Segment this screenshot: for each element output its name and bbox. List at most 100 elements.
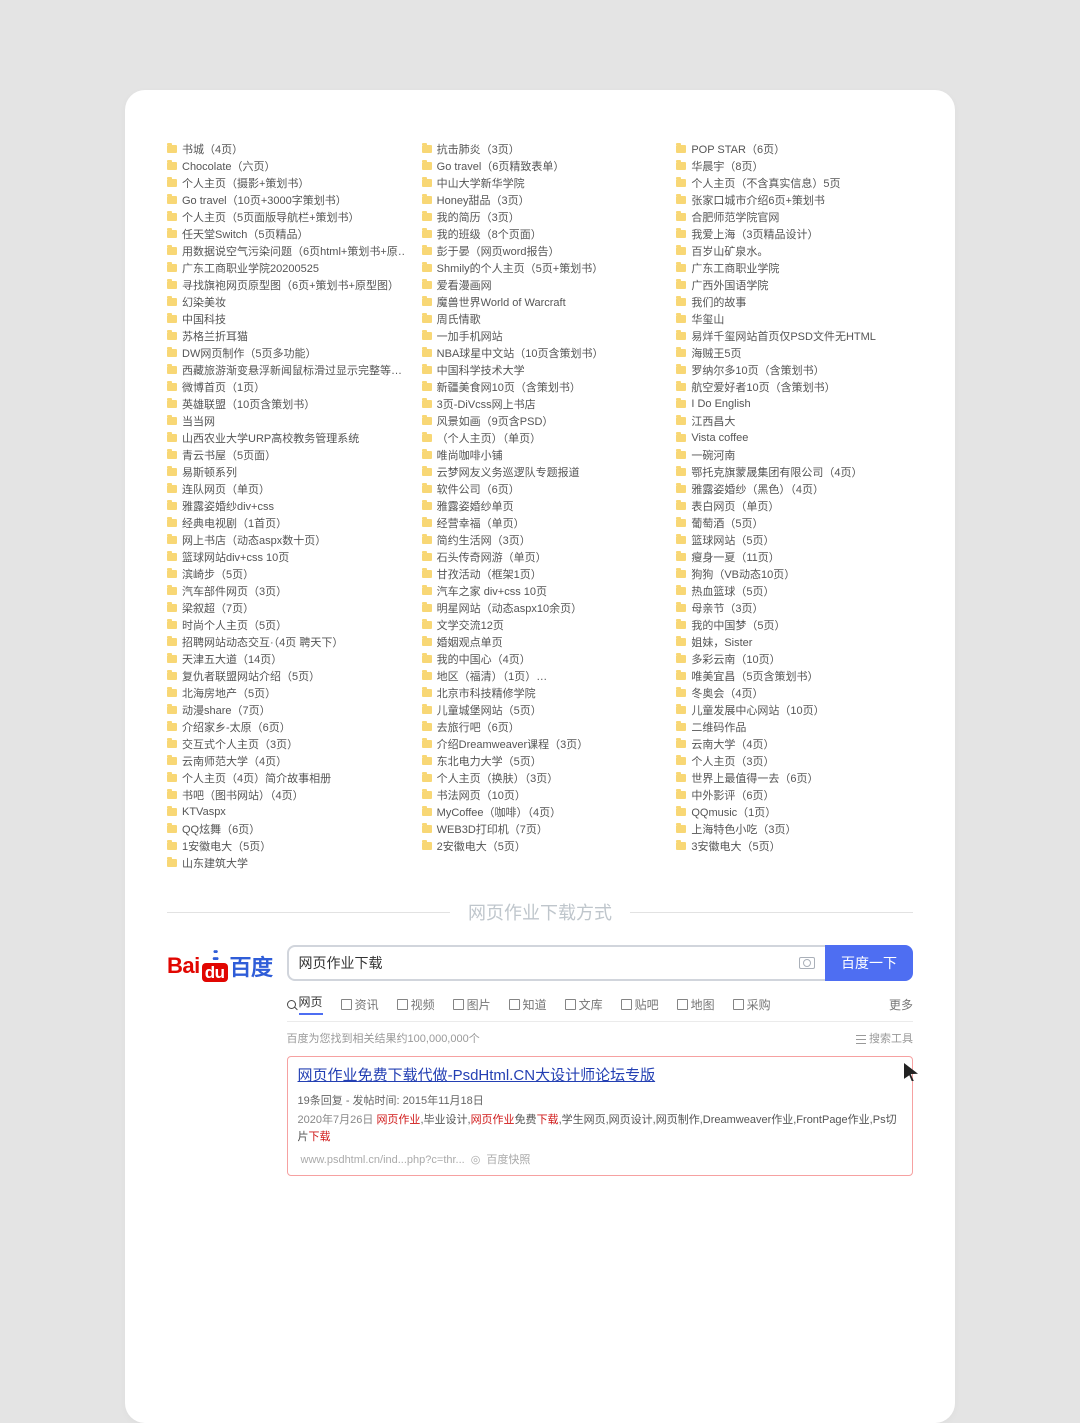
- folder-item[interactable]: 西藏旅游渐变悬浮新闻鼠标滑过显示完整等…: [167, 361, 404, 378]
- folder-item[interactable]: QQmusic（1页）: [676, 803, 913, 820]
- folder-item[interactable]: 抗击肺炎（3页）: [422, 140, 659, 157]
- folder-item[interactable]: 冬奥会（4页）: [676, 684, 913, 701]
- folder-item[interactable]: 我的中国梦（5页）: [676, 616, 913, 633]
- folder-item[interactable]: 华玺山: [676, 310, 913, 327]
- folder-item[interactable]: 周氏情歌: [422, 310, 659, 327]
- folder-item[interactable]: 用数据说空气污染问题（6页html+策划书+原…: [167, 242, 404, 259]
- folder-item[interactable]: 经营幸福（单页）: [422, 514, 659, 531]
- folder-item[interactable]: 英雄联盟（10页含策划书）: [167, 395, 404, 412]
- folder-item[interactable]: 个人主页（4页）简介故事相册: [167, 769, 404, 786]
- result-title[interactable]: 网页作业免费下载代做-PsdHtml.CN大设计师论坛专版: [298, 1065, 902, 1088]
- folder-item[interactable]: 交互式个人主页（3页）: [167, 735, 404, 752]
- folder-item[interactable]: 唯尚咖啡小铺: [422, 446, 659, 463]
- folder-item[interactable]: 动漫share（7页）: [167, 701, 404, 718]
- result-url[interactable]: www.psdhtml.cn/ind...php?c=thr...: [301, 1154, 465, 1166]
- folder-item[interactable]: 云梦网友义务巡逻队专题报道: [422, 463, 659, 480]
- folder-item[interactable]: 汽车部件网页（3页）: [167, 582, 404, 599]
- folder-item[interactable]: Vista coffee: [676, 429, 913, 446]
- folder-item[interactable]: 婚姻观点单页: [422, 633, 659, 650]
- folder-item[interactable]: Honey甜品（3页）: [422, 191, 659, 208]
- folder-item[interactable]: 广西外国语学院: [676, 276, 913, 293]
- folder-item[interactable]: 网上书店（动态aspx数十页）: [167, 531, 404, 548]
- folder-item[interactable]: 3安徽电大（5页）: [676, 837, 913, 854]
- folder-item[interactable]: WEB3D打印机（7页）: [422, 820, 659, 837]
- folder-item[interactable]: 一加手机网站: [422, 327, 659, 344]
- folder-item[interactable]: 个人主页（3页）: [676, 752, 913, 769]
- folder-item[interactable]: 罗纳尔多10页（含策划书）: [676, 361, 913, 378]
- folder-item[interactable]: 地区（福清）（1页）…: [422, 667, 659, 684]
- folder-item[interactable]: 经典电视剧（1首页）: [167, 514, 404, 531]
- folder-item[interactable]: 山西农业大学URP高校教务管理系统: [167, 429, 404, 446]
- folder-item[interactable]: 雅露姿婚纱div+css: [167, 497, 404, 514]
- folder-item[interactable]: 个人主页（换肤）（3页）: [422, 769, 659, 786]
- folder-item[interactable]: 简约生活网（3页）: [422, 531, 659, 548]
- folder-item[interactable]: 广东工商职业学院20200525: [167, 259, 404, 276]
- folder-item[interactable]: NBA球星中文站（10页含策划书）: [422, 344, 659, 361]
- folder-item[interactable]: 青云书屋（5页面）: [167, 446, 404, 463]
- folder-item[interactable]: 东北电力大学（5页）: [422, 752, 659, 769]
- folder-item[interactable]: 石头传奇网游（单页）: [422, 548, 659, 565]
- folder-item[interactable]: 爱看漫画网: [422, 276, 659, 293]
- tab-知道[interactable]: 知道: [509, 996, 547, 1013]
- folder-item[interactable]: QQ炫舞（6页）: [167, 820, 404, 837]
- folder-item[interactable]: 文学交流12页: [422, 616, 659, 633]
- folder-item[interactable]: Go travel（6页精致表单）: [422, 157, 659, 174]
- folder-item[interactable]: 北海房地产（5页）: [167, 684, 404, 701]
- folder-item[interactable]: 广东工商职业学院: [676, 259, 913, 276]
- folder-item[interactable]: 瘦身一夏（11页）: [676, 548, 913, 565]
- folder-item[interactable]: 介绍家乡-太原（6页）: [167, 718, 404, 735]
- folder-item[interactable]: （个人主页）（单页）: [422, 429, 659, 446]
- folder-item[interactable]: 个人主页（5页面版导航栏+策划书）: [167, 208, 404, 225]
- folder-item[interactable]: 姐妹，Sister: [676, 633, 913, 650]
- folder-item[interactable]: 我爱上海（3页精品设计）: [676, 225, 913, 242]
- folder-item[interactable]: 微博首页（1页）: [167, 378, 404, 395]
- folder-item[interactable]: 3页-DiVcss网上书店: [422, 395, 659, 412]
- search-button[interactable]: 百度一下: [825, 945, 913, 981]
- folder-item[interactable]: 儿童发展中心网站（10页）: [676, 701, 913, 718]
- tab-贴吧[interactable]: 贴吧: [621, 996, 659, 1013]
- folder-item[interactable]: 中山大学新华学院: [422, 174, 659, 191]
- folder-item[interactable]: 书吧（图书网站）（4页）: [167, 786, 404, 803]
- folder-item[interactable]: 软件公司（6页）: [422, 480, 659, 497]
- folder-item[interactable]: 热血篮球（5页）: [676, 582, 913, 599]
- folder-item[interactable]: 去旅行吧（6页）: [422, 718, 659, 735]
- folder-item[interactable]: 幻染美妆: [167, 293, 404, 310]
- folder-item[interactable]: 二维码作品: [676, 718, 913, 735]
- folder-item[interactable]: 中国科技: [167, 310, 404, 327]
- folder-item[interactable]: Chocolate（六页）: [167, 157, 404, 174]
- tab-地图[interactable]: 地图: [677, 996, 715, 1013]
- tab-视频[interactable]: 视频: [397, 996, 435, 1013]
- tab-more[interactable]: 更多: [889, 996, 913, 1013]
- folder-item[interactable]: 我的班级（8个页面）: [422, 225, 659, 242]
- folder-item[interactable]: 中国科学技术大学: [422, 361, 659, 378]
- folder-item[interactable]: 时尚个人主页（5页）: [167, 616, 404, 633]
- folder-item[interactable]: 篮球网站（5页）: [676, 531, 913, 548]
- folder-item[interactable]: 张家口城市介绍6页+策划书: [676, 191, 913, 208]
- folder-item[interactable]: 招聘网站动态交互·（4页 聘天下）: [167, 633, 404, 650]
- folder-item[interactable]: 狗狗（VB动态10页）: [676, 565, 913, 582]
- folder-item[interactable]: 任天堂Switch（5页精品）: [167, 225, 404, 242]
- folder-item[interactable]: 风景如画（9页含PSD）: [422, 412, 659, 429]
- folder-item[interactable]: 个人主页（摄影+策划书）: [167, 174, 404, 191]
- tab-采购[interactable]: 采购: [733, 996, 771, 1013]
- folder-item[interactable]: Shmily的个人主页（5页+策划书）: [422, 259, 659, 276]
- folder-item[interactable]: 世界上最值得一去（6页）: [676, 769, 913, 786]
- folder-item[interactable]: 当当网: [167, 412, 404, 429]
- folder-item[interactable]: 个人主页（不含真实信息）5页: [676, 174, 913, 191]
- folder-item[interactable]: 葡萄酒（5页）: [676, 514, 913, 531]
- folder-item[interactable]: 鄂托克旗蒙晟集团有限公司（4页）: [676, 463, 913, 480]
- folder-item[interactable]: 表白网页（单页）: [676, 497, 913, 514]
- folder-item[interactable]: 儿童城堡网站（5页）: [422, 701, 659, 718]
- tab-文库[interactable]: 文库: [565, 996, 603, 1013]
- tab-资讯[interactable]: 资讯: [341, 996, 379, 1013]
- folder-item[interactable]: 上海特色小吃（3页）: [676, 820, 913, 837]
- search-input[interactable]: 网页作业下载: [287, 945, 825, 981]
- folder-item[interactable]: 天津五大道（14页）: [167, 650, 404, 667]
- folder-item[interactable]: DW网页制作（5页多功能）: [167, 344, 404, 361]
- folder-item[interactable]: 合肥师范学院官网: [676, 208, 913, 225]
- folder-item[interactable]: 海贼王5页: [676, 344, 913, 361]
- folder-item[interactable]: POP STAR（6页）: [676, 140, 913, 157]
- folder-item[interactable]: 我们的故事: [676, 293, 913, 310]
- folder-item[interactable]: 新疆美食网10页（含策划书）: [422, 378, 659, 395]
- folder-item[interactable]: 甘孜活动（框架1页）: [422, 565, 659, 582]
